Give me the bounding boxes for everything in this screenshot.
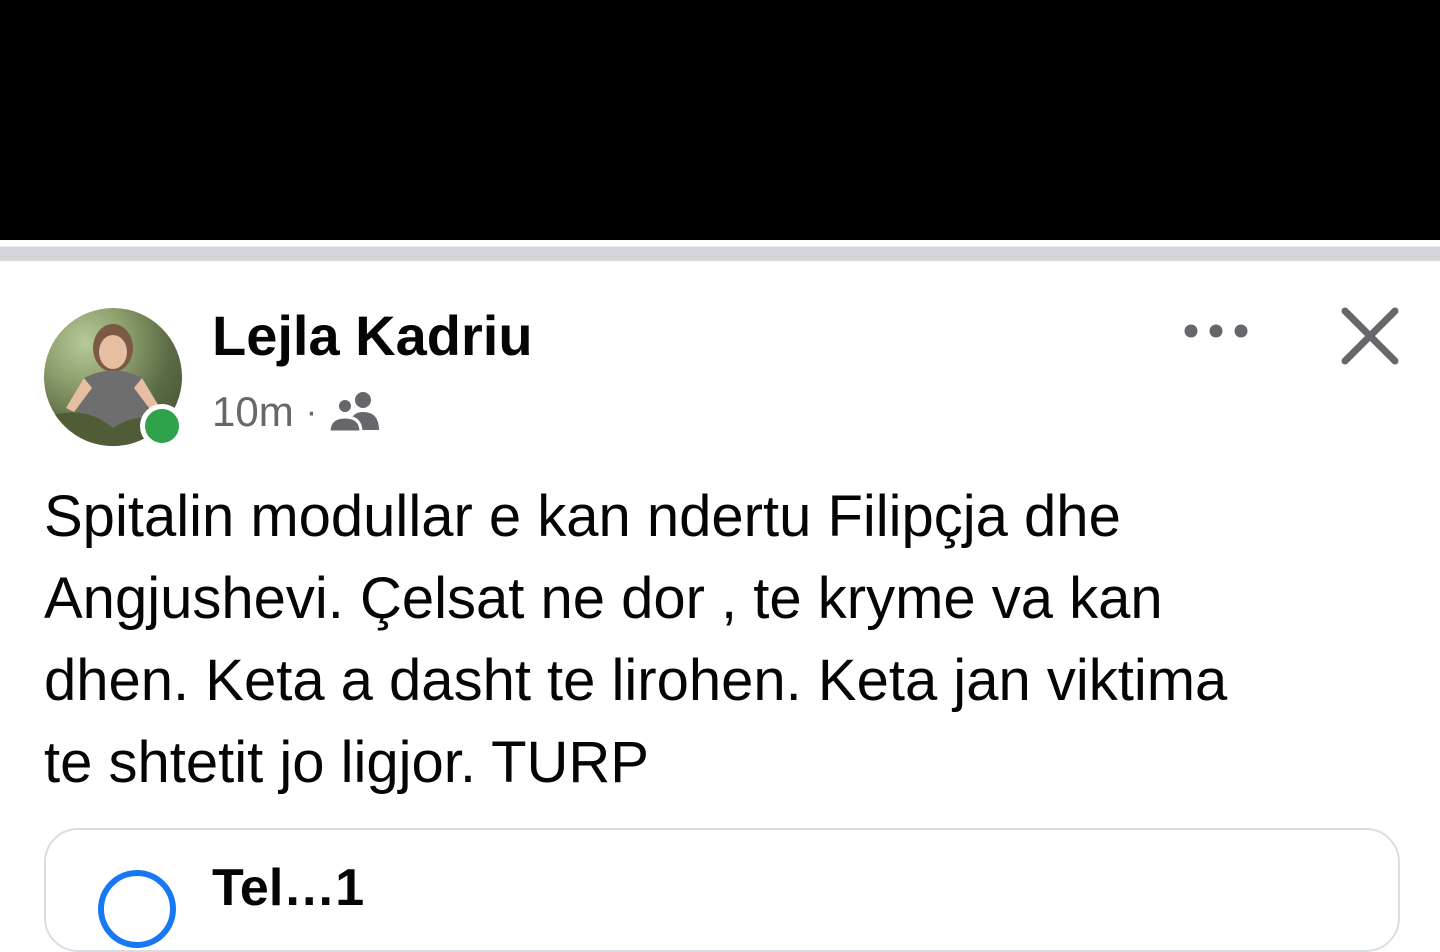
post-text-line: Spitalin modullar e kan ndertu Filipçja …	[44, 484, 1121, 549]
more-options-icon	[1184, 324, 1248, 338]
facebook-post: Lejla Kadriu 10m · Spitalin modullar e k…	[0, 262, 1440, 952]
link-card-title[interactable]: Tel…1	[212, 858, 364, 918]
author-name[interactable]: Lejla Kadriu	[212, 304, 533, 368]
post-text: Spitalin modullar e kan ndertu Filipçja …	[44, 476, 1384, 804]
circle-icon	[98, 870, 176, 948]
friends-icon[interactable]	[327, 390, 385, 434]
close-button[interactable]	[1332, 298, 1408, 374]
meta-separator: ·	[305, 392, 318, 431]
online-status-dot	[140, 404, 184, 448]
close-icon	[1341, 307, 1399, 365]
section-divider	[0, 240, 1440, 262]
post-text-line: dhen. Keta a dasht te lirohen. Keta jan …	[44, 648, 1228, 713]
black-bar	[0, 0, 1440, 240]
post-meta: 10m ·	[212, 387, 385, 437]
post-timestamp[interactable]: 10m	[212, 388, 294, 436]
post-text-line: Angjushevi. Çelsat ne dor , te kryme va …	[44, 566, 1163, 631]
post-text-line: te shtetit jo ligjor. TURP	[44, 730, 649, 795]
more-options-button[interactable]	[1176, 306, 1256, 356]
shared-link-card[interactable]: Tel…1	[44, 828, 1400, 952]
